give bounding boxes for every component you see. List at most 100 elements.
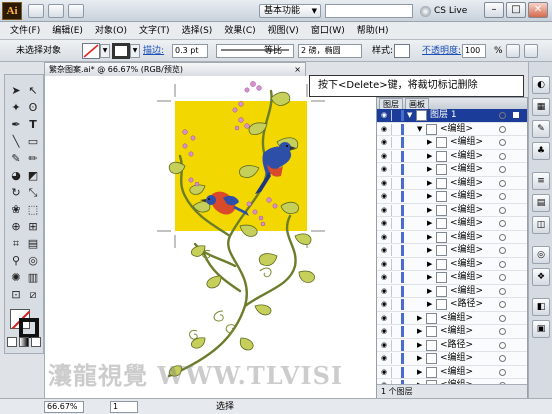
rotate-tool-icon[interactable]: ↻: [8, 185, 24, 201]
lock-toggle[interactable]: [391, 272, 399, 283]
disclosure-triangle-icon[interactable]: ▶: [427, 219, 432, 228]
layer-row[interactable]: ◉ ▶ <路径>: [377, 298, 527, 312]
visibility-eye-icon[interactable]: ◉: [379, 220, 389, 227]
shape-builder-tool-icon[interactable]: ⊕: [8, 219, 24, 235]
visibility-eye-icon[interactable]: ◉: [379, 355, 389, 362]
free-transform-tool-icon[interactable]: ⬚: [25, 202, 41, 218]
menu-edit[interactable]: 编辑(E): [46, 23, 89, 39]
line-tool-icon[interactable]: ╲: [8, 134, 24, 150]
swatches-panel-icon[interactable]: ▦: [532, 98, 550, 116]
layer-name[interactable]: <编组>: [450, 285, 483, 298]
layer-row[interactable]: ◉ ▶ <编组>: [377, 365, 527, 379]
layout-icon[interactable]: [48, 4, 64, 18]
lock-toggle[interactable]: [391, 218, 399, 229]
target-circle-icon[interactable]: [499, 328, 506, 335]
menu-window[interactable]: 窗口(W): [305, 23, 351, 39]
selection-tool-icon[interactable]: ➤: [8, 83, 24, 99]
artboards-panel-icon[interactable]: ▣: [532, 320, 550, 338]
disclosure-triangle-icon[interactable]: ▶: [427, 138, 432, 147]
disclosure-triangle-icon[interactable]: ▶: [427, 260, 432, 269]
layer-row[interactable]: ◉ ▶ <编组>: [377, 244, 527, 258]
layer-row[interactable]: ◉ ▼ <编组>: [377, 122, 527, 136]
lock-toggle[interactable]: [391, 312, 399, 324]
lock-toggle[interactable]: [391, 231, 399, 243]
visibility-eye-icon[interactable]: ◉: [379, 368, 389, 376]
fill-swatch[interactable]: [82, 43, 100, 59]
target-circle-icon[interactable]: [499, 206, 506, 214]
target-circle-icon[interactable]: [499, 274, 506, 281]
layer-name[interactable]: <编组>: [440, 325, 473, 338]
lasso-tool-icon[interactable]: ʘ: [25, 100, 41, 116]
visibility-eye-icon[interactable]: ◉: [379, 152, 389, 160]
layer-name[interactable]: <编组>: [450, 217, 483, 230]
visibility-eye-icon[interactable]: ◉: [379, 193, 389, 200]
mesh-tool-icon[interactable]: ⌗: [8, 236, 24, 252]
magic-wand-tool-icon[interactable]: ✦: [8, 100, 24, 116]
close-button[interactable]: ✕: [528, 2, 548, 18]
lock-toggle[interactable]: [391, 366, 399, 378]
layer-name[interactable]: <编组>: [450, 136, 483, 149]
disclosure-triangle-icon[interactable]: ▶: [427, 179, 432, 188]
fill-dropdown[interactable]: ▼: [100, 44, 110, 58]
lock-toggle[interactable]: [391, 191, 399, 202]
layer-name[interactable]: <编组>: [440, 352, 473, 365]
graph-tool-icon[interactable]: ▥: [25, 270, 41, 286]
target-circle-icon[interactable]: [499, 260, 506, 268]
layer-name[interactable]: <编组>: [450, 177, 483, 190]
layer-row[interactable]: ◉ ▶ <编组>: [377, 257, 527, 271]
lock-toggle[interactable]: [391, 326, 399, 337]
disclosure-triangle-icon[interactable]: ▶: [417, 368, 422, 377]
artboard-navigation-field[interactable]: 1: [110, 401, 138, 413]
layer-row[interactable]: ◉ ▶ <路径>: [377, 338, 527, 352]
gradient-panel-icon[interactable]: ▤: [532, 194, 550, 212]
target-circle-icon[interactable]: [499, 166, 506, 173]
minimize-button[interactable]: –: [484, 2, 504, 18]
target-circle-icon[interactable]: [499, 112, 506, 119]
layer-row[interactable]: ◉ ▶ <编组>: [377, 352, 527, 366]
arrange-documents-icon[interactable]: [68, 4, 84, 18]
menu-effect[interactable]: 效果(C): [218, 23, 261, 39]
disclosure-triangle-icon[interactable]: ▶: [427, 206, 432, 215]
cs-live-button[interactable]: CS Live: [420, 4, 467, 18]
disclosure-triangle-icon[interactable]: ▶: [427, 165, 432, 174]
layer-row[interactable]: ◉ ▶ <编组>: [377, 311, 527, 325]
eyedropper-tool-icon[interactable]: ⚲: [8, 253, 24, 269]
zoom-field[interactable]: 66.67%: [44, 401, 84, 413]
lock-toggle[interactable]: [391, 150, 399, 162]
bridge-icon[interactable]: [28, 4, 44, 18]
slice-tool-icon[interactable]: ⧄: [25, 287, 41, 303]
transparency-panel-icon[interactable]: ◫: [532, 216, 550, 234]
disclosure-triangle-icon[interactable]: ▶: [417, 314, 422, 323]
disclosure-triangle-icon[interactable]: ▶: [427, 192, 432, 201]
direct-selection-tool-icon[interactable]: ↖: [25, 83, 41, 99]
menu-select[interactable]: 选择(S): [176, 23, 219, 39]
lock-toggle[interactable]: [391, 177, 399, 189]
stroke-swatch[interactable]: [112, 43, 130, 59]
target-circle-icon[interactable]: [499, 314, 506, 322]
visibility-eye-icon[interactable]: ◉: [379, 314, 389, 322]
target-circle-icon[interactable]: [499, 179, 506, 187]
warp-tool-icon[interactable]: ❀: [8, 202, 24, 218]
visibility-eye-icon[interactable]: ◉: [379, 341, 389, 349]
disclosure-triangle-icon[interactable]: ▶: [427, 273, 432, 282]
target-circle-icon[interactable]: [499, 301, 506, 308]
menu-view[interactable]: 视图(V): [262, 23, 305, 39]
stroke-panel-icon[interactable]: ≡: [532, 172, 550, 190]
layer-row[interactable]: ◉ ▶ <编组>: [377, 325, 527, 339]
paintbrush-tool-icon[interactable]: ✎: [8, 151, 24, 167]
target-circle-icon[interactable]: [499, 193, 506, 200]
lock-toggle[interactable]: [391, 245, 399, 256]
selection-indicator[interactable]: [513, 112, 519, 118]
layer-row[interactable]: ◉ ▶ <编组>: [377, 163, 527, 177]
layer-name[interactable]: <编组>: [450, 231, 483, 244]
layer-row[interactable]: ◉ ▶ <编组>: [377, 230, 527, 244]
layer-name[interactable]: <编组>: [450, 271, 483, 284]
scale-tool-icon[interactable]: ⤡: [25, 185, 41, 201]
appearance-panel-icon[interactable]: ◎: [532, 246, 550, 264]
disclosure-triangle-icon[interactable]: ▼: [407, 111, 412, 120]
visibility-eye-icon[interactable]: ◉: [379, 274, 389, 281]
document-setup-icon[interactable]: [506, 44, 520, 58]
layer-name[interactable]: <编组>: [440, 123, 473, 136]
target-circle-icon[interactable]: [499, 247, 506, 254]
menu-object[interactable]: 对象(O): [89, 23, 133, 39]
